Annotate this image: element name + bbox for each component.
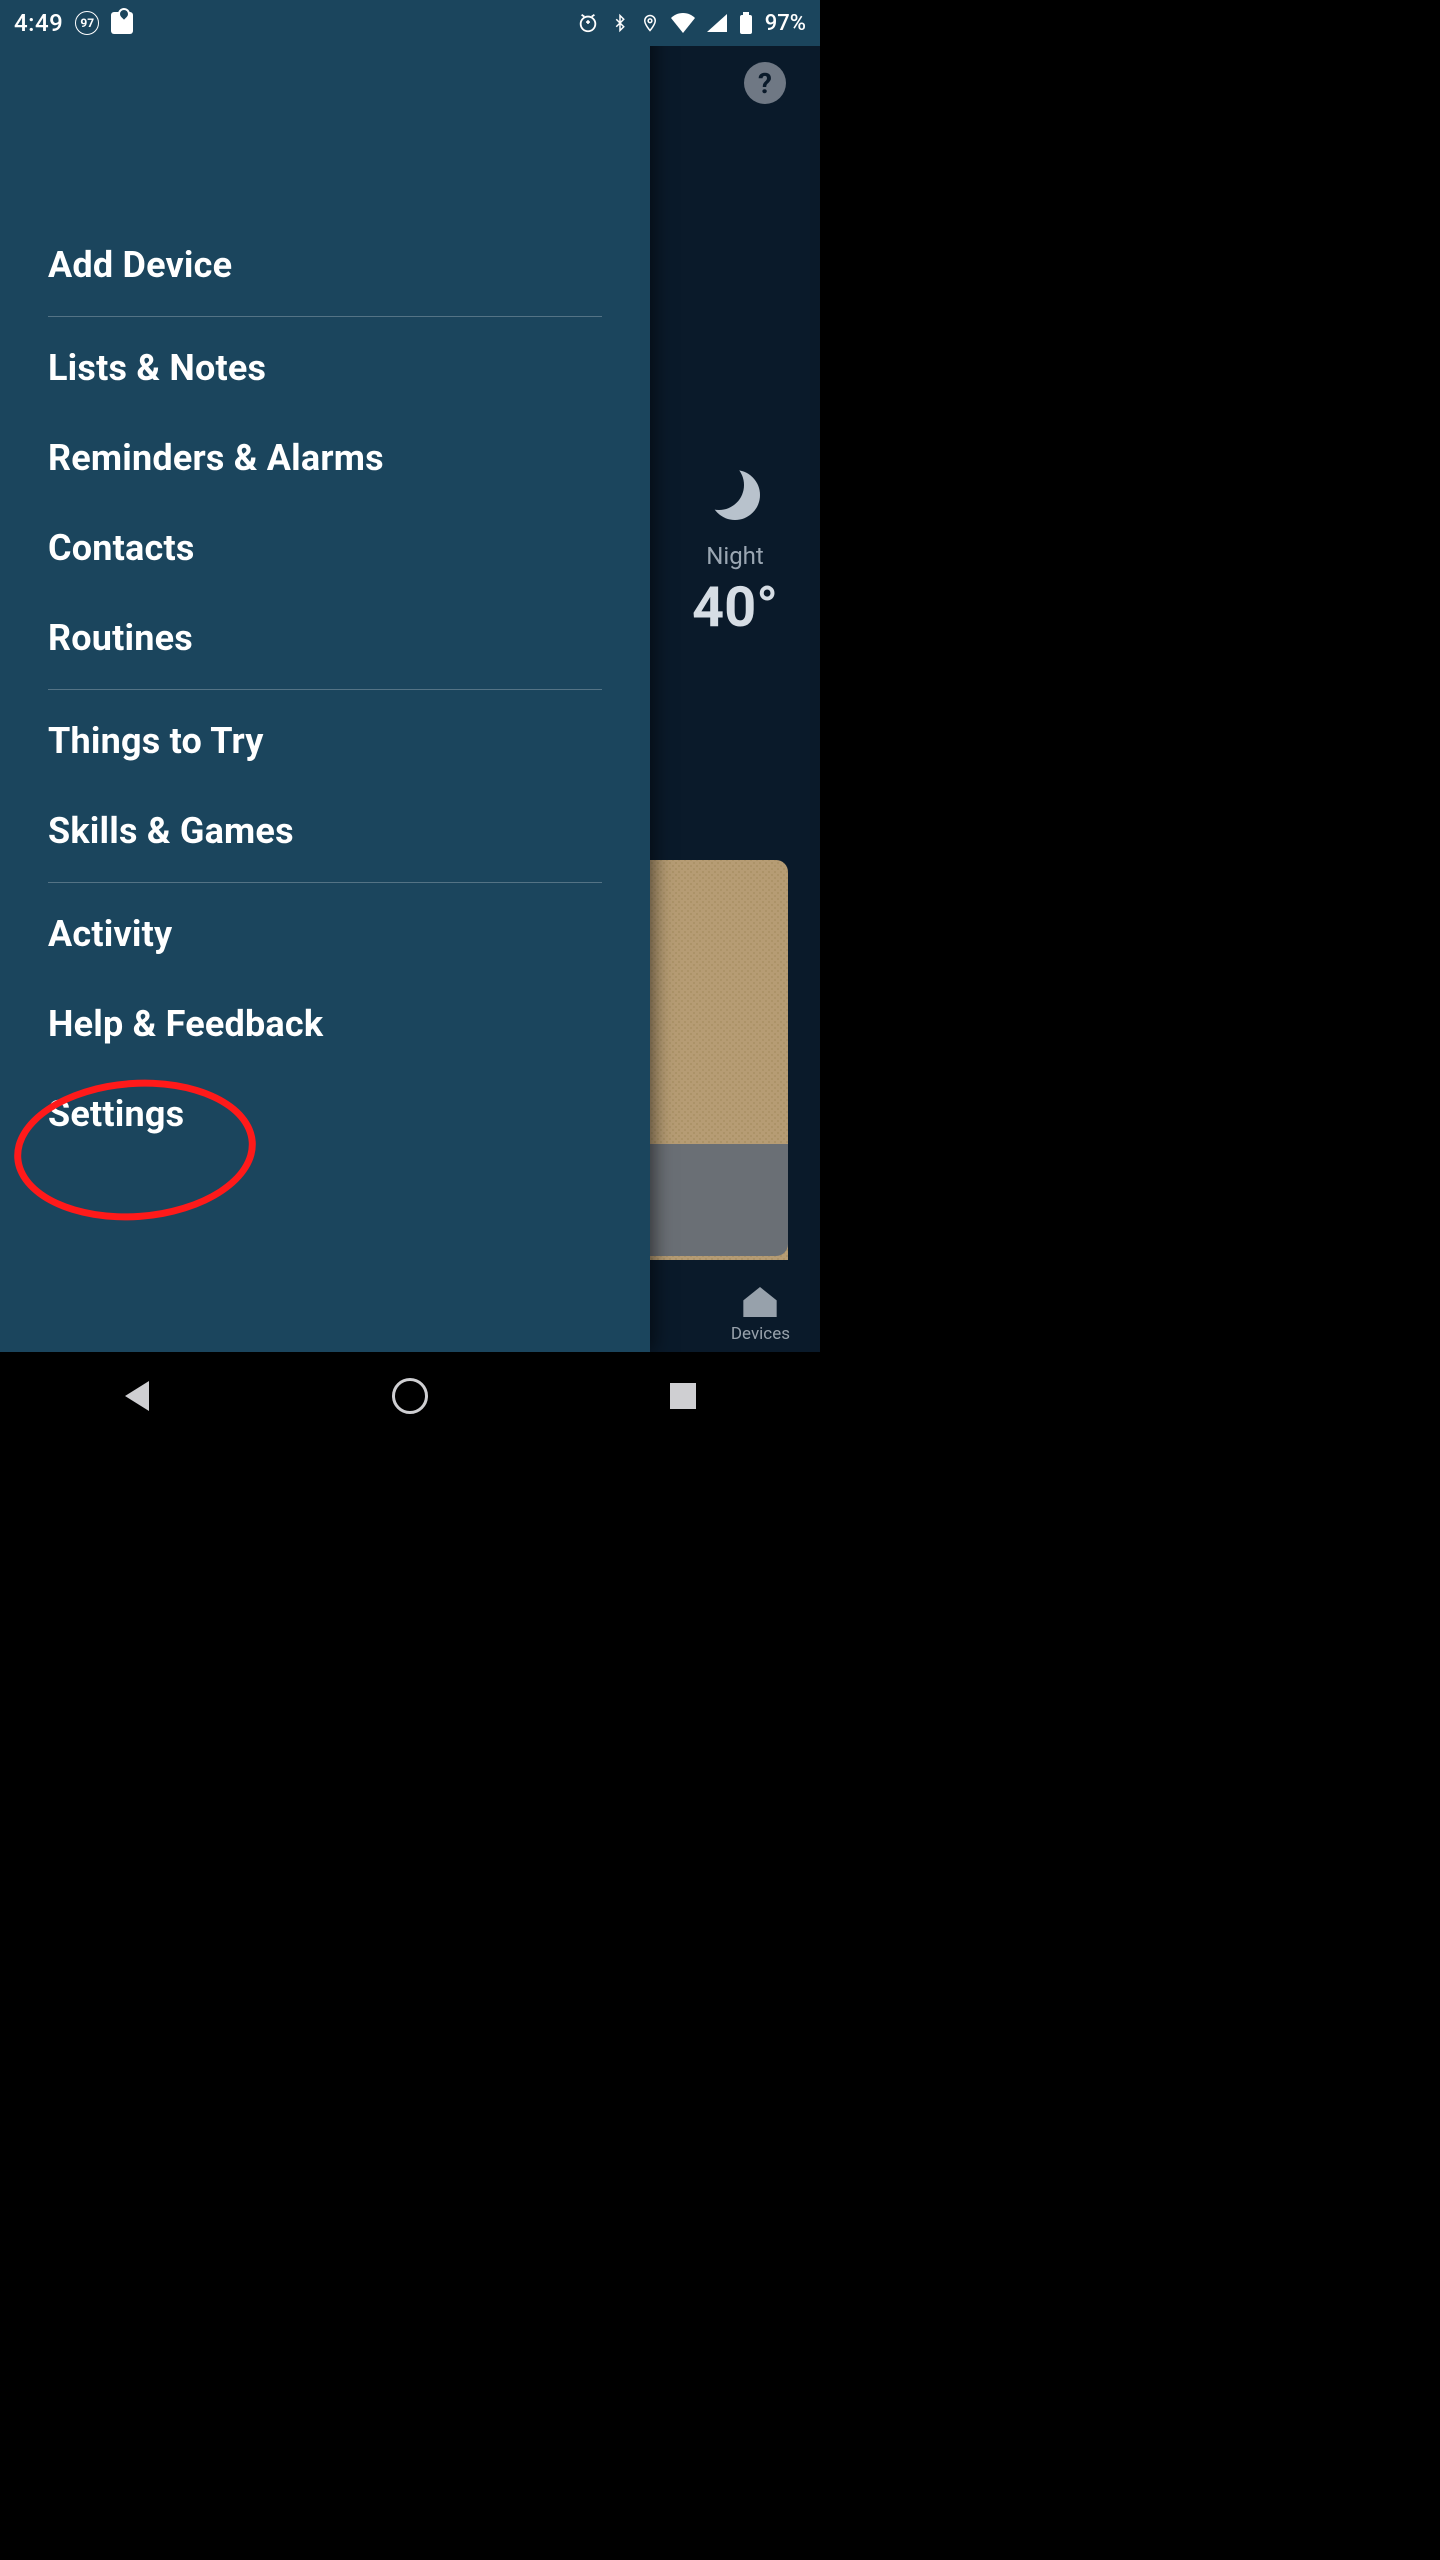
- menu-item-help-feedback[interactable]: Help & Feedback: [48, 979, 602, 1069]
- status-alarm-add-icon: [577, 12, 599, 34]
- menu-item-reminders-alarms[interactable]: Reminders & Alarms: [48, 413, 602, 503]
- back-icon: [125, 1381, 149, 1411]
- menu-item-activity[interactable]: Activity: [48, 889, 602, 979]
- content-card-footer: [643, 1144, 788, 1256]
- status-battery-percent: 97%: [765, 11, 806, 36]
- menu-item-contacts[interactable]: Contacts: [48, 503, 602, 593]
- status-location-icon: [641, 12, 659, 34]
- nav-recent-button[interactable]: [664, 1377, 702, 1415]
- recent-icon: [670, 1383, 696, 1409]
- weather-widget: Night 40°: [650, 470, 820, 640]
- nav-back-button[interactable]: [118, 1377, 156, 1415]
- status-bar: 4:49 97 97%: [0, 0, 820, 46]
- menu-item-add-device[interactable]: Add Device: [48, 220, 602, 317]
- status-cell-signal-icon: [707, 14, 727, 32]
- status-wifi-icon: [671, 13, 695, 33]
- menu-item-routines[interactable]: Routines: [48, 593, 602, 690]
- weather-period-label: Night: [706, 542, 764, 570]
- home-icon: [392, 1378, 428, 1414]
- menu-item-lists-notes[interactable]: Lists & Notes: [48, 323, 602, 413]
- menu-item-skills-games[interactable]: Skills & Games: [48, 786, 602, 883]
- status-maps-icon: [111, 12, 133, 34]
- android-nav-bar: [0, 1352, 820, 1440]
- menu-item-settings[interactable]: Settings: [48, 1069, 602, 1159]
- status-speed-badge-icon: 97: [75, 11, 99, 35]
- side-drawer: Add Device Lists & Notes Reminders & Ala…: [0, 0, 650, 1352]
- tab-devices[interactable]: Devices: [731, 1284, 790, 1344]
- drawer-menu: Add Device Lists & Notes Reminders & Ala…: [0, 220, 650, 1159]
- moon-icon: [710, 470, 760, 520]
- status-battery-icon: [739, 12, 753, 34]
- status-clock: 4:49: [14, 9, 63, 37]
- tab-devices-label: Devices: [731, 1324, 790, 1344]
- status-bluetooth-icon: [611, 12, 629, 34]
- menu-item-things-to-try[interactable]: Things to Try: [48, 696, 602, 786]
- nav-home-button[interactable]: [391, 1377, 429, 1415]
- weather-temperature: 40°: [692, 574, 778, 640]
- help-icon[interactable]: ?: [744, 62, 786, 104]
